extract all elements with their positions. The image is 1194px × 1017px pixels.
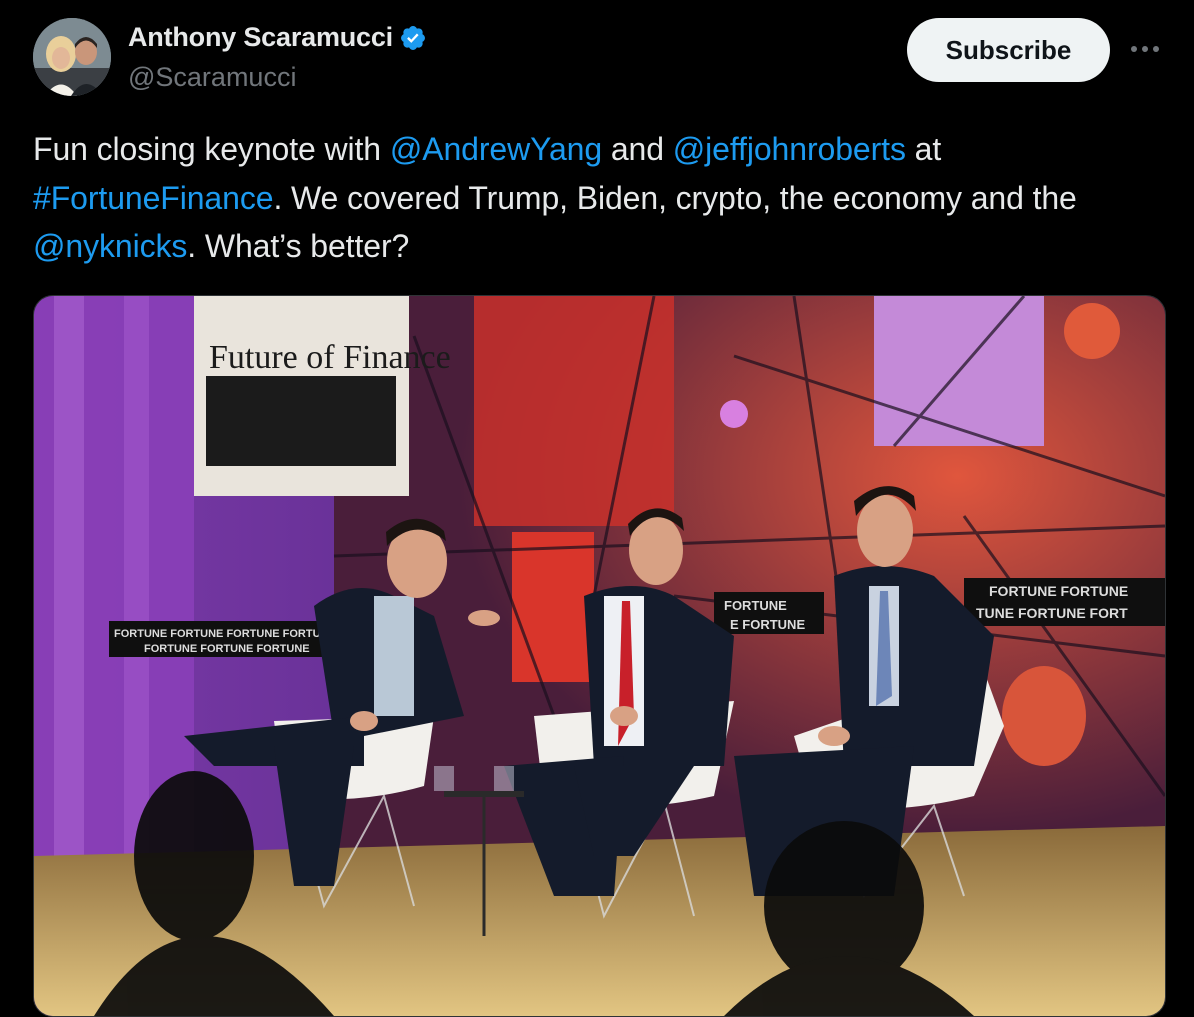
sign-text: Future of Finance (209, 339, 451, 376)
tweet-text-segment: at (905, 131, 942, 167)
tweet-text: Fun closing keynote with @AndrewYang and… (33, 125, 1163, 271)
banner-left-row2: FORTUNE FORTUNE FORTUNE (144, 643, 310, 655)
author-name-row: Anthony Scaramucci (128, 22, 427, 53)
more-horizontal-icon[interactable] (1128, 32, 1162, 66)
profile-photo (33, 18, 111, 96)
subscribe-button[interactable]: Subscribe (907, 18, 1110, 82)
avatar[interactable] (33, 18, 111, 96)
tweet-text-segment: and (602, 131, 673, 167)
mention-link[interactable]: @jeffjohnroberts (673, 131, 906, 167)
verified-badge-icon (401, 25, 425, 50)
banner-mid-row2: E FORTUNE (730, 617, 805, 632)
tweet-media-photo[interactable]: Future of Finance FORTUNE FORTUNE FORTUN… (33, 295, 1166, 1017)
tweet-text-segment: Fun closing keynote with (33, 131, 390, 167)
banner-right-row1: FORTUNE FORTUNE (989, 583, 1128, 599)
hashtag-link[interactable]: #FortuneFinance (33, 180, 274, 216)
banner-mid-row1: FORTUNE (724, 598, 787, 613)
event-photo: Future of Finance FORTUNE FORTUNE FORTUN… (34, 296, 1165, 1016)
tweet-text-segment: . We covered Trump, Biden, crypto, the e… (273, 179, 1077, 216)
mention-link[interactable]: @nyknicks (33, 228, 187, 264)
tweet-text-segment: . What’s better? (187, 228, 410, 264)
banner-left-row1: FORTUNE FORTUNE FORTUNE FORTU (114, 628, 321, 640)
display-name[interactable]: Anthony Scaramucci (128, 22, 393, 53)
handle[interactable]: @Scaramucci (128, 62, 296, 93)
mention-link[interactable]: @AndrewYang (390, 131, 602, 167)
banner-right-row2: TUNE FORTUNE FORT (976, 605, 1128, 621)
